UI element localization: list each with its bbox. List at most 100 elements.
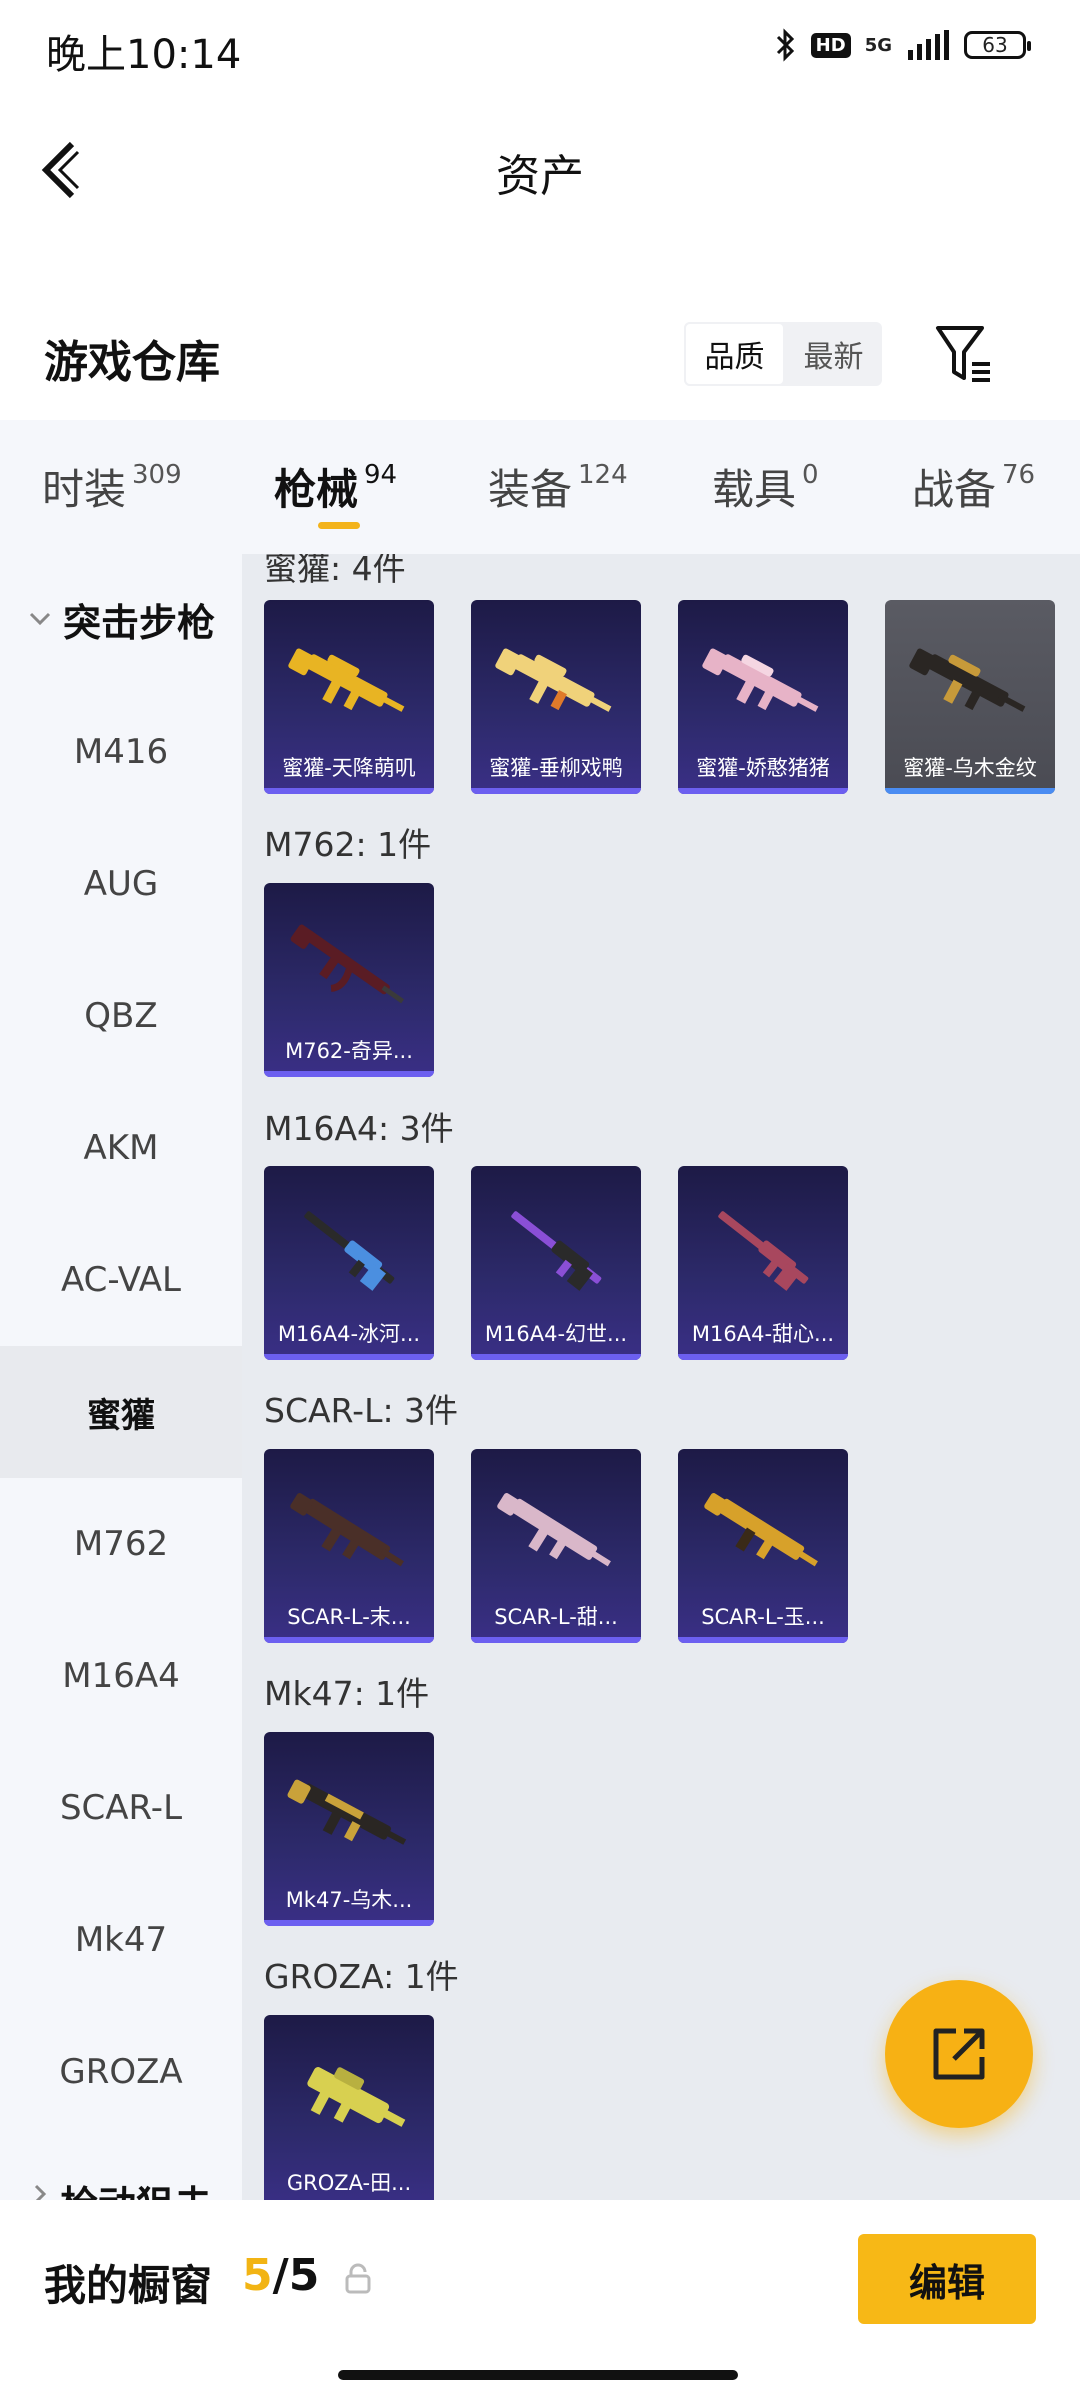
skin-card[interactable]: M16A4-甜心...: [678, 1166, 848, 1360]
gun-skin-thumbnail: [288, 648, 405, 712]
tab-label: 枪械: [274, 465, 359, 514]
skin-card[interactable]: 蜜獾-天降萌叽: [264, 600, 434, 794]
rarity-bar: [471, 1637, 641, 1643]
chevron-down-icon: [29, 612, 51, 626]
skin-card[interactable]: Mk47-乌木...: [264, 1732, 434, 1926]
gun-skin-thumbnail: [511, 1211, 602, 1291]
skin-name: Mk47-乌木...: [285, 1888, 413, 1912]
tab-count: 124: [578, 460, 628, 490]
sort-option-quality[interactable]: 品质: [684, 322, 785, 386]
weapon-type-sidebar: 突击步枪 M416 AUG QBZ AKM AC-VAL 蜜獾 M762 M16…: [0, 554, 242, 2200]
sidebar-item-scar-l[interactable]: SCAR-L: [0, 1742, 242, 1874]
rarity-bar: [264, 1071, 434, 1077]
tab-equipment[interactable]: 装备 124: [488, 456, 628, 517]
sidebar-item-m416[interactable]: M416: [0, 686, 242, 818]
skin-name: M16A4-冰河...: [277, 1322, 421, 1346]
group-header-m16a4: M16A4: 3件: [264, 1109, 454, 1148]
skin-card[interactable]: M762-奇异...: [264, 883, 434, 1077]
skin-name: GROZA-田...: [286, 2171, 412, 2195]
gun-skin-thumbnail: [304, 1211, 395, 1291]
battery-level: 63: [982, 33, 1008, 57]
group-header-honey-badger: 蜜獾: 4件: [264, 554, 406, 588]
tab-label: 载具: [712, 465, 797, 514]
sidebar-group-bolt-action[interactable]: 栓动狙击: [0, 2174, 242, 2200]
group-header-groza: GROZA: 1件: [264, 1957, 459, 1996]
skin-name: 蜜獾-娇憨猪猪: [696, 756, 830, 780]
sidebar-group-label: 栓动狙击: [60, 2174, 212, 2200]
sidebar-group-assault-rifle[interactable]: 突击步枪: [0, 554, 242, 684]
showcase-total: /5: [272, 2250, 320, 2301]
filter-icon[interactable]: [934, 322, 994, 386]
sidebar-item-groza[interactable]: GROZA: [0, 2006, 242, 2138]
chevron-right-icon: [34, 2184, 47, 2200]
skin-name: M16A4-甜心...: [691, 1322, 835, 1346]
tab-supplies[interactable]: 战备 76: [912, 456, 1035, 517]
gun-skin-thumbnail: [290, 1493, 404, 1567]
showcase-label: 我的橱窗: [44, 2261, 213, 2310]
gun-skin-thumbnail: [307, 2067, 406, 2127]
group-header-mk47: Mk47: 1件: [264, 1674, 430, 1713]
share-fab-button[interactable]: [885, 1980, 1033, 2128]
skin-name: SCAR-L-玉...: [701, 1605, 825, 1629]
skin-card[interactable]: GROZA-田...: [264, 2015, 434, 2200]
skin-card[interactable]: M16A4-幻世...: [471, 1166, 641, 1360]
rarity-bar: [471, 1354, 641, 1360]
rarity-bar: [678, 1354, 848, 1360]
sidebar-item-honey-badger[interactable]: 蜜獾: [0, 1346, 242, 1478]
gun-skin-thumbnail: [290, 924, 405, 1004]
status-icons: HD 5G 63: [775, 28, 1031, 62]
status-time: 晚上10:14: [46, 32, 242, 78]
rarity-bar: [264, 1354, 434, 1360]
showcase-current: 5: [242, 2250, 273, 2301]
rarity-bar: [471, 788, 641, 794]
skin-name: 蜜獾-天降萌叽: [282, 756, 416, 780]
gun-skin-thumbnail: [909, 648, 1026, 712]
skin-card[interactable]: M16A4-冰河...: [264, 1166, 434, 1360]
edit-button[interactable]: 编辑: [858, 2234, 1036, 2324]
tab-label: 装备: [488, 465, 573, 514]
network-label: 5G: [864, 34, 892, 56]
gun-skin-thumbnail: [287, 1779, 407, 1845]
home-indicator[interactable]: [338, 2370, 738, 2380]
gun-skin-thumbnail: [704, 1493, 818, 1567]
tab-fashion[interactable]: 时装 309: [42, 456, 182, 517]
skin-name: SCAR-L-末...: [287, 1605, 411, 1629]
weapon-skin-list[interactable]: 蜜獾: 4件 蜜獾-天降萌叽 蜜獾-垂柳戏鸭 蜜獾-娇憨猪猪 蜜獾-乌木金纹 M…: [242, 554, 1080, 2200]
group-header-m762: M762: 1件: [264, 825, 432, 864]
showcase-count: 5/5: [242, 2250, 319, 2301]
bluetooth-icon: [776, 28, 794, 62]
gun-skin-thumbnail: [497, 1493, 611, 1567]
lock-icon: [345, 2263, 371, 2294]
skin-card[interactable]: SCAR-L-甜...: [471, 1449, 641, 1643]
sidebar-item-mk47[interactable]: Mk47: [0, 1874, 242, 2006]
rarity-bar: [678, 1637, 848, 1643]
sidebar-item-m762[interactable]: M762: [0, 1478, 242, 1610]
sort-option-latest[interactable]: 最新: [785, 322, 882, 386]
skin-card[interactable]: SCAR-L-玉...: [678, 1449, 848, 1643]
sidebar-item-aug[interactable]: AUG: [0, 818, 242, 950]
sidebar-group-label: 突击步枪: [62, 600, 215, 645]
sidebar-item-qbz[interactable]: QBZ: [0, 950, 242, 1082]
tab-vehicles[interactable]: 载具 0: [712, 456, 819, 517]
hd-badge: HD: [810, 32, 851, 58]
battery-icon: 63: [964, 31, 1031, 59]
skin-card[interactable]: 蜜獾-垂柳戏鸭: [471, 600, 641, 794]
skin-card[interactable]: SCAR-L-末...: [264, 1449, 434, 1643]
sidebar-item-akm[interactable]: AKM: [0, 1082, 242, 1214]
sidebar-item-ac-val[interactable]: AC-VAL: [0, 1214, 242, 1346]
skin-name: M762-奇异...: [285, 1039, 413, 1063]
gun-skin-thumbnail: [702, 648, 819, 712]
gun-skin-thumbnail: [718, 1211, 809, 1291]
signal-icon: [908, 30, 949, 60]
rarity-bar: [264, 1920, 434, 1926]
skin-card[interactable]: 蜜獾-乌木金纹: [885, 600, 1055, 794]
skin-card[interactable]: 蜜獾-娇憨猪猪: [678, 600, 848, 794]
tab-count: 94: [364, 460, 398, 490]
rarity-bar: [264, 788, 434, 794]
tab-weapons[interactable]: 枪械 94: [274, 456, 397, 517]
sidebar-item-m16a4[interactable]: M16A4: [0, 1610, 242, 1742]
sort-toggle[interactable]: 品质 最新: [684, 322, 882, 386]
tab-count: 309: [132, 460, 182, 490]
skin-name: M16A4-幻世...: [484, 1322, 628, 1346]
tab-count: 76: [1002, 460, 1036, 490]
